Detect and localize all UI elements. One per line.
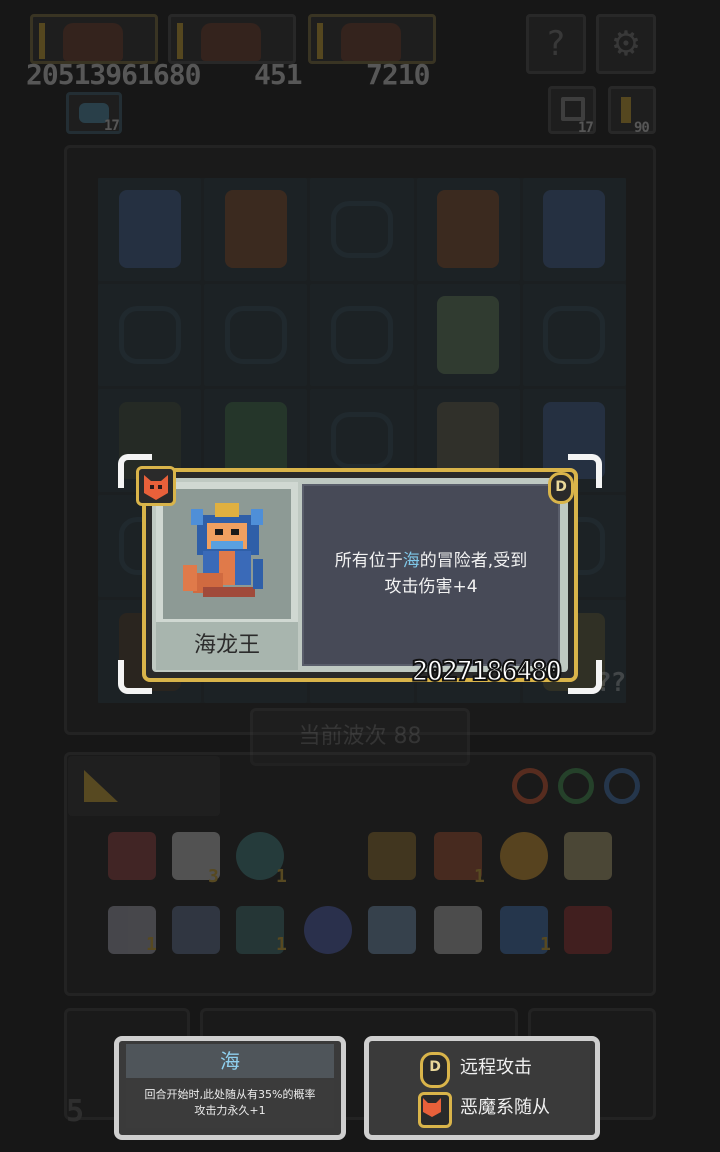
score-mid: 451 xyxy=(254,58,303,91)
terrain-title: 海 xyxy=(126,1044,334,1078)
demon-fox-icon xyxy=(144,475,168,500)
settings-button[interactable]: ⚙ xyxy=(596,14,656,74)
book-count: 1 xyxy=(540,934,551,955)
house-icon xyxy=(561,97,585,121)
board-cell[interactable] xyxy=(98,178,202,281)
score-left: 20513961680 xyxy=(26,58,201,91)
wave-label: 当前波次 xyxy=(298,724,387,749)
terrain-desc-line-2: 攻击力永久+1 xyxy=(194,1104,266,1117)
serpent-unit-icon xyxy=(437,295,500,374)
range-attack-badge: D xyxy=(548,472,574,504)
card-category-icon xyxy=(84,770,118,802)
key-icon xyxy=(621,97,631,123)
desc-suffix: 的冒险者,受到 xyxy=(419,551,528,571)
sea-dragon-king-icon xyxy=(183,503,263,597)
board-cell[interactable] xyxy=(522,283,626,387)
green-ring-icon[interactable] xyxy=(558,768,594,804)
anvil-count: 1 xyxy=(146,934,157,955)
boot-icon[interactable] xyxy=(434,906,482,954)
warrior-unit-icon xyxy=(224,190,287,269)
terrain-desc-line-1: 回合开始时,此处随从有35%的概率 xyxy=(144,1088,316,1101)
potion-icon[interactable] xyxy=(304,906,352,954)
key-counter: 90 xyxy=(634,120,650,136)
question-icon: ? xyxy=(546,24,566,64)
sea-dragon-unit-icon xyxy=(543,190,606,269)
bracket-bottom-left xyxy=(118,660,152,694)
scroll-count: 3 xyxy=(208,866,219,887)
hero-slot-1[interactable] xyxy=(30,14,158,64)
pickaxe-icon[interactable] xyxy=(108,832,156,880)
board-cell[interactable] xyxy=(204,283,308,387)
hero-slot-3[interactable] xyxy=(308,14,436,64)
chest-icon[interactable] xyxy=(564,906,612,954)
trait-range-attack: D 远程攻击 xyxy=(412,1050,592,1088)
description-line-1: 所有位于海的冒险者,受到 xyxy=(306,548,556,574)
terrain-description: 回合开始时,此处随从有35%的概率 攻击力永久+1 xyxy=(126,1080,334,1128)
board-cell[interactable] xyxy=(522,178,626,281)
red-ring-icon[interactable] xyxy=(512,768,548,804)
hero-slot-2[interactable] xyxy=(168,14,296,64)
trait-demon-minion: 恶魔系随从 xyxy=(412,1090,592,1128)
blue-ring-icon[interactable] xyxy=(604,768,640,804)
hooded-figure-count: 1 xyxy=(474,866,485,887)
help-button[interactable]: ? xyxy=(526,14,586,74)
tree-count: 1 xyxy=(276,934,287,955)
board-cell[interactable] xyxy=(310,178,414,281)
board-cell[interactable] xyxy=(310,283,414,387)
inventory-tab-active[interactable] xyxy=(68,756,220,816)
gold-medallion-icon[interactable] xyxy=(500,832,548,880)
sword-icon[interactable] xyxy=(172,906,220,954)
demon-fox-icon xyxy=(418,1092,452,1128)
unit-portrait xyxy=(163,489,291,619)
wave-number: 88 xyxy=(393,724,422,749)
board-cell[interactable] xyxy=(416,178,520,281)
warrior-unit-icon xyxy=(437,190,500,269)
skull-icon[interactable] xyxy=(368,906,416,954)
desc-highlight-sea: 海 xyxy=(402,551,420,571)
desc-prefix: 所有位于 xyxy=(334,551,403,571)
sea-dragon-unit-icon xyxy=(118,190,181,269)
house-counter: 17 xyxy=(578,120,594,136)
winged-helmet-icon[interactable] xyxy=(564,832,612,880)
unit-description: 所有位于海的冒险者,受到 攻击伤害+4 xyxy=(306,548,556,600)
fish-counter: 17 xyxy=(104,118,120,134)
board-cell[interactable] xyxy=(98,283,202,387)
description-line-2: 攻击伤害+4 xyxy=(384,577,478,597)
board-cell[interactable] xyxy=(416,283,520,387)
unit-name: 海龙王 xyxy=(156,622,298,670)
trait-label: 远程攻击 xyxy=(460,1057,532,1078)
hero-portrait-icon xyxy=(63,23,123,61)
range-attack-icon: D xyxy=(420,1052,450,1088)
score-right: 7210 xyxy=(366,58,430,91)
demon-type-badge xyxy=(136,466,176,506)
board-cell[interactable] xyxy=(204,178,308,281)
range-attack-icon: D xyxy=(555,479,567,495)
trait-label: 恶魔系随从 xyxy=(460,1097,550,1118)
unit-value: 2027186480 xyxy=(411,653,564,688)
bottom-left-number: 5 xyxy=(66,1094,84,1129)
hero-portrait-icon xyxy=(201,23,261,61)
heart-gem-count: 1 xyxy=(276,866,287,887)
ship-icon[interactable] xyxy=(368,832,416,880)
hero-portrait-icon xyxy=(341,23,401,61)
gear-icon: ⚙ xyxy=(610,24,642,64)
